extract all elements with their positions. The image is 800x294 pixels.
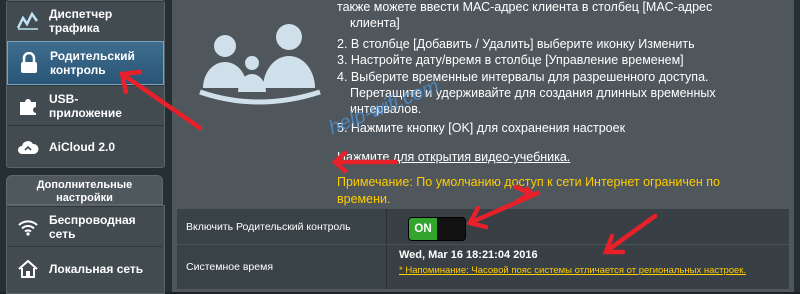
sidebar-item-label: Диспетчер трафика [49,6,113,35]
section-title: Дополнительные настройки [6,175,163,205]
main-menu: Диспетчер трафика Родительский контроль … [6,0,165,168]
sidebar-item-traffic-manager[interactable]: Диспетчер трафика [7,1,164,39]
video-tutorial-link[interactable]: Нажмите для открытия видео-учебника. [337,150,570,165]
parental-control-toggle[interactable]: ON [408,217,466,241]
home-icon [17,258,39,280]
enable-parental-control-label: Включить Родительский контроль [177,209,387,244]
sidebar-item-label: USB-приложение [49,91,122,120]
table-row: Включить Родительский контроль [177,209,789,245]
note-text: Примечание: По умолчанию доступ к сети И… [337,175,720,189]
video-link-text[interactable]: Нажмите для открытия видео-учебника. [337,150,570,164]
sidebar-item-aicloud[interactable]: AiCloud 2.0 [7,125,164,167]
instruction-step-5: 5. Нажмите кнопку [OK] для сохранения на… [337,121,626,135]
instruction-step-3: 3. Настройте дату/время в столбце [Управ… [337,53,684,67]
lock-icon [18,52,40,74]
scrollbar-track[interactable] [794,0,800,292]
wifi-icon [17,216,39,238]
sidebar-item-wireless[interactable]: Беспроводная сеть [7,206,162,246]
cloud-icon [17,136,39,158]
puzzle-icon [17,95,39,117]
instruction-line: также можете ввести МАС-адрес клиента в … [337,0,713,14]
instruction-step-4: 4. Выберите временные интервалы для разр… [337,70,709,84]
system-time-label: Системное время [177,245,387,289]
sidebar-item-parental-control[interactable]: Родительский контроль [7,41,164,85]
toggle-on-label: ON [409,218,437,240]
sidebar-item-lan[interactable]: Локальная сеть [7,246,162,290]
sidebar-item-label: Локальная сеть [49,261,144,276]
sidebar-item-label: Беспроводная сеть [49,212,136,241]
instruction-line: клиента] [350,16,400,30]
sidebar-item-usb-app[interactable]: USB-приложение [7,85,164,125]
note-text: времени. [337,192,391,206]
advanced-menu: Беспроводная сеть Локальная сеть [6,205,165,294]
traffic-graph-icon [17,10,39,32]
timezone-warning-link[interactable]: * Напоминание: Часовой пояс системы отли… [399,265,746,276]
sidebar-item-label: Родительский контроль [50,49,135,77]
instruction-step-2: 2. В столбце [Добавить / Удалить] выбери… [337,37,695,51]
sidebar-item-label: AiCloud 2.0 [49,139,116,154]
system-time-value: Wed, Mar 16 18:21:04 2016 [399,249,538,261]
sidebar: Диспетчер трафика Родительский контроль … [0,0,172,294]
